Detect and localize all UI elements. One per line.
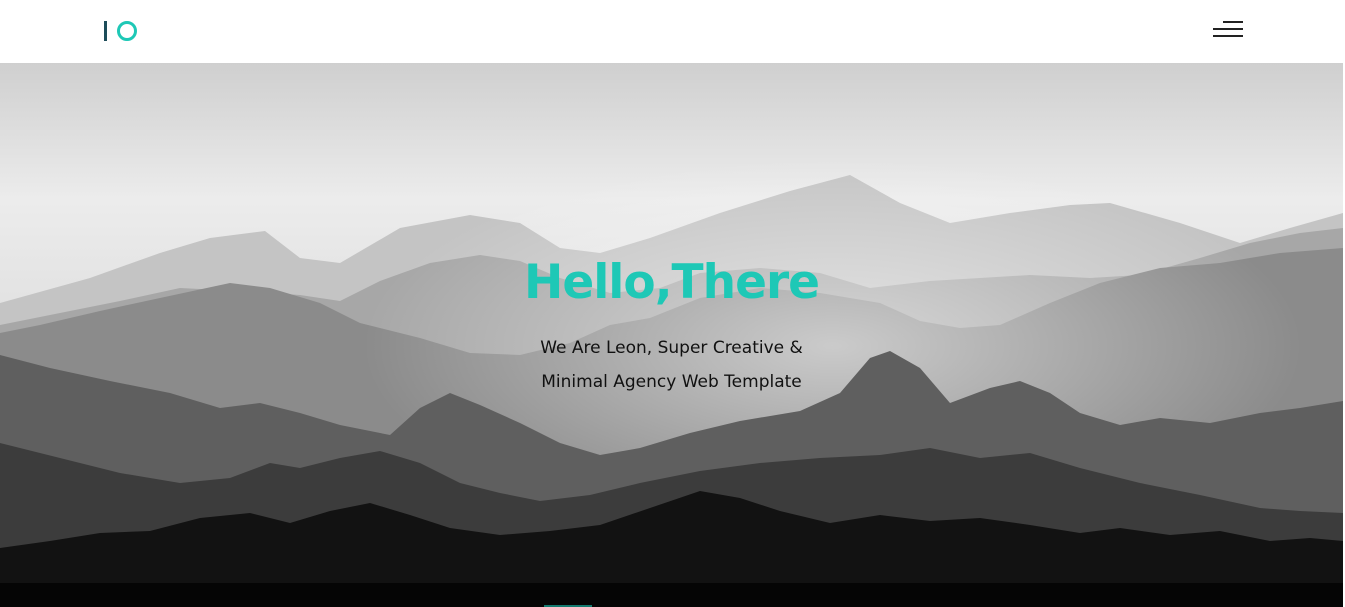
logo[interactable] (104, 19, 138, 43)
page: Hello,There We Are Leon, Super Creative … (0, 0, 1345, 607)
logo-bar-shape (104, 21, 107, 41)
menu-line (1223, 21, 1243, 23)
site-header (0, 0, 1345, 63)
menu-line (1213, 35, 1243, 37)
hero-subtitle-line: We Are Leon, Super Creative & (540, 338, 803, 358)
hero-section: Hello,There We Are Leon, Super Creative … (0, 63, 1343, 607)
hero-subtitle: We Are Leon, Super Creative & Minimal Ag… (0, 331, 1343, 399)
hero-subtitle-line: Minimal Agency Web Template (541, 372, 802, 392)
hero-content: Hello,There We Are Leon, Super Creative … (0, 63, 1343, 607)
hero-title: Hello,There (523, 255, 820, 310)
logo-ring-shape (117, 21, 137, 41)
menu-line (1213, 28, 1243, 30)
hamburger-menu-icon[interactable] (1211, 19, 1243, 41)
